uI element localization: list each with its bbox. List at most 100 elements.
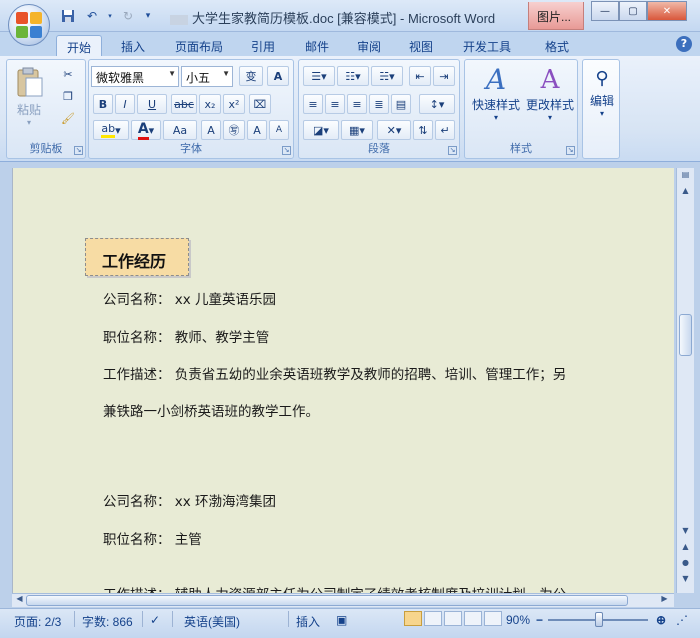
decrease-indent-icon[interactable]: ⇤ <box>409 66 431 86</box>
font-launcher-icon[interactable]: ↘ <box>282 146 291 155</box>
picture-tools-context-tab[interactable]: 图片... <box>528 2 584 30</box>
document-page[interactable]: 工作经历 公司名称： xx 儿童英语乐园 职位名称： 教师、教学主管 工作描述：… <box>12 168 674 593</box>
horizontal-scrollbar[interactable]: ◀ ▶ <box>12 593 674 607</box>
bullets-icon[interactable]: ☰▾ <box>303 66 335 86</box>
customize-qat-icon[interactable]: ▾ <box>142 6 154 26</box>
font-color-button[interactable]: A ▾ <box>131 120 161 140</box>
quick-styles-button[interactable]: A 快速样式 ▾ <box>469 63 523 123</box>
tab-format[interactable]: 格式 <box>534 35 580 57</box>
paragraph-launcher-icon[interactable]: ↘ <box>448 146 457 155</box>
cut-icon[interactable]: ✂ <box>57 64 79 84</box>
scroll-left-icon[interactable]: ◀ <box>13 594 26 608</box>
show-marks-icon[interactable]: ↵ <box>435 120 455 140</box>
justify-icon[interactable]: ≣ <box>369 94 389 114</box>
highlight-color-button[interactable]: ab ▾ <box>93 120 129 140</box>
vertical-scrollbar[interactable]: ▤ ▲ ▼ ▲ ● ▼ <box>676 168 694 593</box>
italic-button[interactable]: I <box>115 94 135 114</box>
tab-references[interactable]: 引用 <box>240 35 286 57</box>
page-count[interactable]: 页面: 2/3 <box>14 613 61 630</box>
styles-launcher-icon[interactable]: ↘ <box>566 146 575 155</box>
clear-formatting-icon[interactable]: ⌧ <box>249 94 271 114</box>
paragraph-line: 职位名称： 主管 <box>103 532 202 548</box>
scroll-down-icon[interactable]: ▼ <box>679 526 692 540</box>
next-page-icon[interactable]: ▼ <box>679 574 692 588</box>
scroll-up-icon[interactable]: ▲ <box>679 186 692 200</box>
align-left-icon[interactable]: ≡ <box>303 94 323 114</box>
insert-mode-indicator[interactable]: 插入 <box>296 613 320 630</box>
resize-grip-icon[interactable]: ⋰ <box>676 613 688 627</box>
tab-page-layout[interactable]: 页面布局 <box>166 35 232 57</box>
zoom-slider-thumb[interactable] <box>595 612 603 627</box>
web-layout-view-icon[interactable] <box>444 611 462 626</box>
sort-icon[interactable]: ⇅ <box>413 120 433 140</box>
bold-button[interactable]: B <box>93 94 113 114</box>
proofing-icon[interactable]: ✓ <box>150 613 160 627</box>
shading-icon[interactable]: ◪▾ <box>303 120 339 140</box>
font-size-combo[interactable]: 小五 ▼ <box>181 66 233 87</box>
previous-page-icon[interactable]: ▲ <box>679 542 692 556</box>
save-icon[interactable] <box>58 6 78 26</box>
increase-indent-icon[interactable]: ⇥ <box>433 66 455 86</box>
line-spacing-icon[interactable]: ↕▾ <box>419 94 455 114</box>
language-indicator[interactable]: 英语(美国) <box>184 613 240 630</box>
tab-view[interactable]: 视图 <box>398 35 444 57</box>
undo-dropdown-icon[interactable]: ▾ <box>106 6 114 26</box>
horizontal-scroll-thumb[interactable] <box>26 595 628 606</box>
full-screen-reading-view-icon[interactable] <box>424 611 442 626</box>
change-case-button[interactable]: Aa <box>163 120 197 140</box>
multilevel-list-icon[interactable]: ☵▾ <box>371 66 403 86</box>
align-center-icon[interactable]: ≡ <box>325 94 345 114</box>
outline-view-icon[interactable] <box>464 611 482 626</box>
status-bar: 页面: 2/3 字数: 866 ✓ 英语(美国) 插入 ▣ 90% − ⊕ ⋰ <box>0 608 700 638</box>
ruler-toggle-icon[interactable]: ▤ <box>679 170 692 184</box>
tab-mailings[interactable]: 邮件 <box>294 35 340 57</box>
font-color-icon: A <box>137 121 149 140</box>
editing-button[interactable]: ⚲ 编辑 ▾ <box>585 66 619 118</box>
tab-home[interactable]: 开始 <box>56 35 102 57</box>
change-styles-button[interactable]: A 更改样式 ▾ <box>523 64 577 122</box>
vertical-scroll-thumb[interactable] <box>679 314 692 356</box>
character-shading-button[interactable]: A <box>201 120 221 140</box>
format-painter-icon[interactable]: 🖌 <box>57 108 79 128</box>
strikethrough-button[interactable]: abc <box>171 94 197 114</box>
scroll-right-icon[interactable]: ▶ <box>658 594 671 608</box>
minimize-button[interactable]: — <box>591 1 619 21</box>
underline-button[interactable]: U <box>137 94 167 114</box>
grow-font-button[interactable]: A <box>247 120 267 140</box>
close-button[interactable]: ✕ <box>647 1 687 21</box>
zoom-level[interactable]: 90% <box>506 613 530 627</box>
clipboard-launcher-icon[interactable]: ↘ <box>74 146 83 155</box>
shrink-font-button[interactable]: A <box>269 120 289 140</box>
font-name-combo[interactable]: 微软雅黑 ▼ <box>91 66 179 87</box>
section-heading[interactable]: 工作经历 <box>85 238 189 276</box>
divider <box>142 611 143 627</box>
draft-view-icon[interactable] <box>484 611 502 626</box>
zoom-in-icon[interactable]: ⊕ <box>656 613 666 627</box>
phonetic-guide-button[interactable]: 变 <box>239 66 263 86</box>
distributed-icon[interactable]: ▤ <box>391 94 411 114</box>
borders-icon[interactable]: ▦▾ <box>341 120 373 140</box>
macro-record-icon[interactable]: ▣ <box>336 613 347 627</box>
maximize-button[interactable]: ▢ <box>619 1 647 21</box>
superscript-button[interactable]: x² <box>223 94 245 114</box>
chinese-layout-icon[interactable]: ✕▾ <box>377 120 411 140</box>
undo-icon[interactable]: ↶ <box>82 6 102 26</box>
tab-developer[interactable]: 开发工具 <box>452 35 522 57</box>
help-icon[interactable]: ? <box>676 36 692 52</box>
redo-icon[interactable]: ↻ <box>118 6 138 26</box>
character-border-button[interactable]: A <box>267 66 289 86</box>
office-button[interactable] <box>8 4 50 46</box>
quick-styles-icon: A <box>485 63 507 96</box>
tab-review[interactable]: 审阅 <box>346 35 392 57</box>
select-browse-object-icon[interactable]: ● <box>679 558 692 572</box>
paste-button[interactable]: 粘贴 ▾ <box>11 66 47 127</box>
tab-insert[interactable]: 插入 <box>110 35 156 57</box>
zoom-out-icon[interactable]: − <box>536 613 543 627</box>
enclose-characters-button[interactable]: ㊢ <box>223 120 245 140</box>
word-count[interactable]: 字数: 866 <box>82 613 133 630</box>
align-right-icon[interactable]: ≡ <box>347 94 367 114</box>
print-layout-view-icon[interactable] <box>404 611 422 626</box>
numbering-icon[interactable]: ☷▾ <box>337 66 369 86</box>
copy-icon[interactable]: ❐ <box>57 86 79 106</box>
subscript-button[interactable]: x₂ <box>199 94 221 114</box>
